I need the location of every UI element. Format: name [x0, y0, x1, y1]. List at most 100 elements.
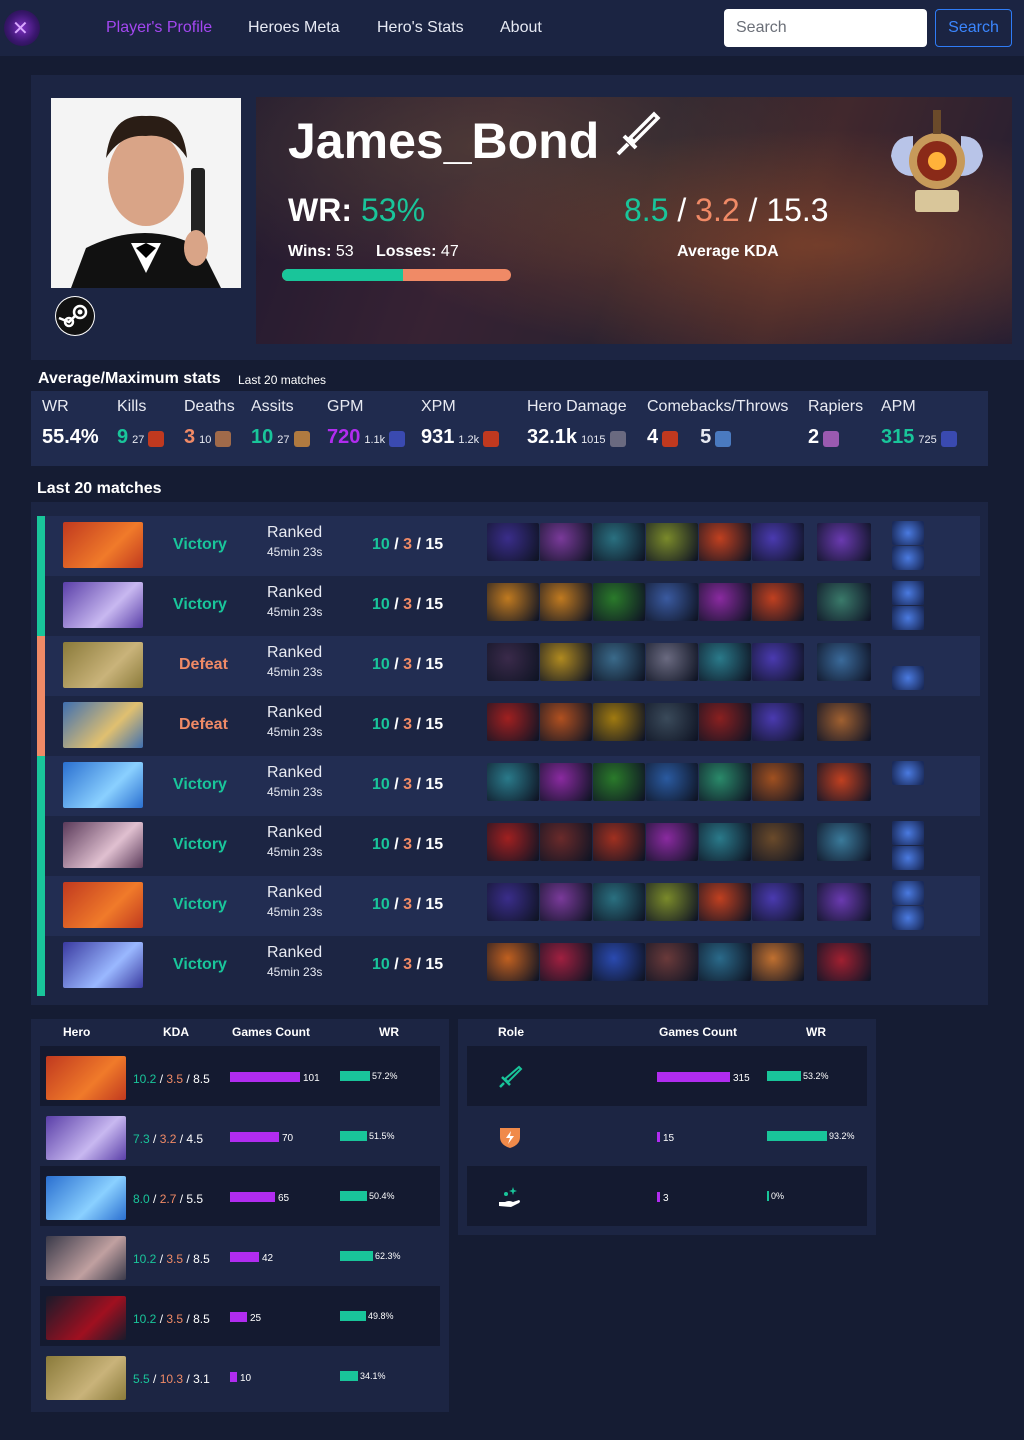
neutral-item-icon[interactable] [817, 763, 871, 801]
nav-heros-stats[interactable]: Hero's Stats [377, 19, 464, 37]
backpack-item-icon[interactable] [892, 881, 924, 905]
item-icon[interactable] [646, 943, 698, 981]
neutral-item-icon[interactable] [817, 523, 871, 561]
item-icon[interactable] [540, 823, 592, 861]
hero-portrait[interactable] [46, 1356, 126, 1400]
nav-players-profile[interactable]: Player's Profile [106, 19, 212, 37]
backpack-item-icon[interactable] [892, 846, 924, 870]
item-icon[interactable] [540, 643, 592, 681]
match-hero-portrait[interactable] [63, 882, 143, 928]
item-icon[interactable] [593, 823, 645, 861]
item-icon[interactable] [646, 523, 698, 561]
item-icon[interactable] [646, 583, 698, 621]
neutral-item-icon[interactable] [817, 883, 871, 921]
item-icon[interactable] [699, 703, 751, 741]
item-icon[interactable] [487, 823, 539, 861]
hero-portrait[interactable] [46, 1236, 126, 1280]
match-row[interactable]: Victory Ranked 45min 23s 10 / 3 / 15 [37, 816, 980, 876]
item-icon[interactable] [699, 943, 751, 981]
item-icon[interactable] [487, 763, 539, 801]
item-icon[interactable] [593, 943, 645, 981]
search-button[interactable]: Search [935, 9, 1012, 47]
item-icon[interactable] [699, 643, 751, 681]
item-icon[interactable] [699, 823, 751, 861]
hero-table-row[interactable]: 7.3 / 3.2 / 4.5 70 51.5% [40, 1106, 440, 1166]
hero-portrait[interactable] [46, 1296, 126, 1340]
neutral-item-icon[interactable] [817, 583, 871, 621]
item-icon[interactable] [593, 763, 645, 801]
backpack-item-icon[interactable] [892, 821, 924, 845]
neutral-item-icon[interactable] [817, 703, 871, 741]
neutral-item-icon[interactable] [817, 643, 871, 681]
hero-table-row[interactable]: 10.2 / 3.5 / 8.5 42 62.3% [40, 1226, 440, 1286]
item-icon[interactable] [752, 703, 804, 741]
item-icon[interactable] [752, 943, 804, 981]
backpack-item-icon[interactable] [892, 906, 924, 930]
backpack-item-icon[interactable] [892, 581, 924, 605]
item-icon[interactable] [699, 763, 751, 801]
item-icon[interactable] [593, 523, 645, 561]
backpack-item-icon[interactable] [892, 606, 924, 630]
item-icon[interactable] [540, 883, 592, 921]
search-input[interactable] [724, 9, 927, 47]
match-hero-portrait[interactable] [63, 942, 143, 988]
item-icon[interactable] [752, 643, 804, 681]
item-icon[interactable] [487, 523, 539, 561]
item-icon[interactable] [487, 883, 539, 921]
item-icon[interactable] [646, 703, 698, 741]
match-hero-portrait[interactable] [63, 642, 143, 688]
item-icon[interactable] [646, 643, 698, 681]
site-logo-icon[interactable]: ✕ [4, 10, 40, 46]
neutral-item-icon[interactable] [817, 943, 871, 981]
item-icon[interactable] [752, 763, 804, 801]
item-icon[interactable] [699, 883, 751, 921]
match-hero-portrait[interactable] [63, 522, 143, 568]
neutral-item-icon[interactable] [817, 823, 871, 861]
hero-portrait[interactable] [46, 1176, 126, 1220]
item-icon[interactable] [752, 823, 804, 861]
item-icon[interactable] [752, 523, 804, 561]
match-row[interactable]: Defeat Ranked 45min 23s 10 / 3 / 15 [37, 696, 980, 756]
role-table-row[interactable]: 15 93.2% [467, 1106, 867, 1166]
item-icon[interactable] [699, 583, 751, 621]
steam-icon[interactable] [55, 296, 95, 336]
item-icon[interactable] [540, 583, 592, 621]
match-row[interactable]: Defeat Ranked 45min 23s 10 / 3 / 15 [37, 636, 980, 696]
item-icon[interactable] [487, 943, 539, 981]
hero-portrait[interactable] [46, 1056, 126, 1100]
item-icon[interactable] [593, 703, 645, 741]
item-icon[interactable] [540, 943, 592, 981]
nav-heroes-meta[interactable]: Heroes Meta [248, 19, 340, 37]
item-icon[interactable] [540, 763, 592, 801]
item-icon[interactable] [540, 703, 592, 741]
backpack-item-icon[interactable] [892, 761, 924, 785]
match-row[interactable]: Victory Ranked 45min 23s 10 / 3 / 15 [37, 936, 980, 996]
hero-portrait[interactable] [46, 1116, 126, 1160]
role-table-row[interactable]: 315 53.2% [467, 1046, 867, 1106]
item-icon[interactable] [699, 523, 751, 561]
item-icon[interactable] [540, 523, 592, 561]
item-icon[interactable] [752, 583, 804, 621]
match-hero-portrait[interactable] [63, 582, 143, 628]
match-hero-portrait[interactable] [63, 762, 143, 808]
item-icon[interactable] [593, 883, 645, 921]
hero-table-row[interactable]: 10.2 / 3.5 / 8.5 101 57.2% [40, 1046, 440, 1106]
match-row[interactable]: Victory Ranked 45min 23s 10 / 3 / 15 [37, 576, 980, 636]
match-hero-portrait[interactable] [63, 702, 143, 748]
item-icon[interactable] [487, 583, 539, 621]
item-icon[interactable] [646, 763, 698, 801]
backpack-item-icon[interactable] [892, 521, 924, 545]
nav-about[interactable]: About [500, 19, 542, 37]
hero-table-row[interactable]: 5.5 / 10.3 / 3.1 10 34.1% [40, 1346, 440, 1406]
role-table-row[interactable]: 3 0% [467, 1166, 867, 1226]
item-icon[interactable] [593, 643, 645, 681]
match-row[interactable]: Victory Ranked 45min 23s 10 / 3 / 15 [37, 876, 980, 936]
hero-table-row[interactable]: 8.0 / 2.7 / 5.5 65 50.4% [40, 1166, 440, 1226]
hero-table-row[interactable]: 10.2 / 3.5 / 8.5 25 49.8% [40, 1286, 440, 1346]
item-icon[interactable] [646, 823, 698, 861]
match-row[interactable]: Victory Ranked 45min 23s 10 / 3 / 15 [37, 756, 980, 816]
item-icon[interactable] [487, 703, 539, 741]
item-icon[interactable] [593, 583, 645, 621]
item-icon[interactable] [487, 643, 539, 681]
match-hero-portrait[interactable] [63, 822, 143, 868]
